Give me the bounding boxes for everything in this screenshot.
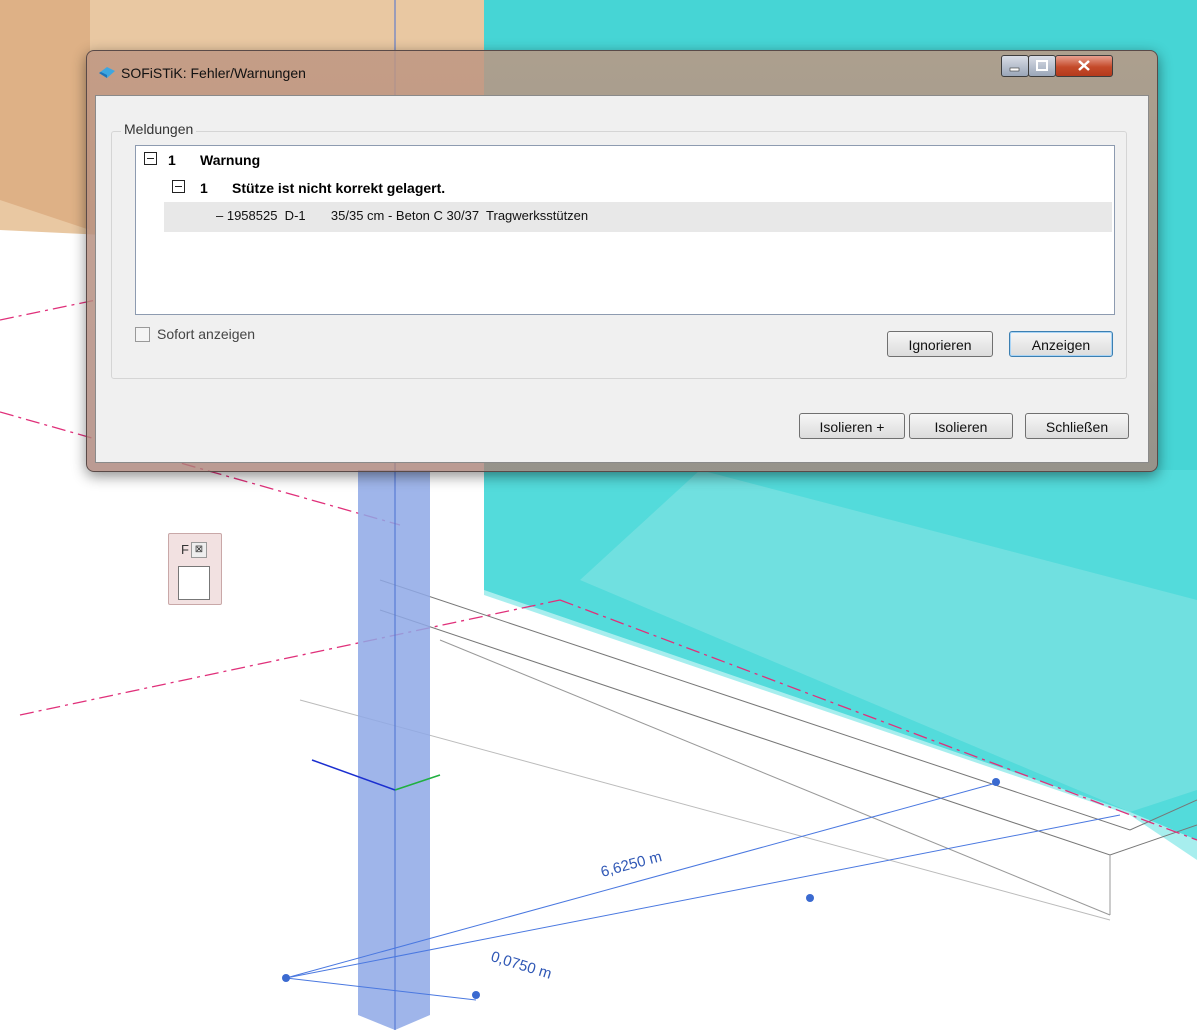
palette-close-icon[interactable]: ⊠ bbox=[191, 542, 207, 558]
show-immediately-checkbox[interactable] bbox=[135, 327, 150, 342]
warning-category[interactable]: Warnung bbox=[200, 152, 260, 168]
column[interactable] bbox=[358, 470, 430, 1030]
tool-palette[interactable]: F ⊠ bbox=[168, 533, 222, 605]
messages-group-label: Meldungen bbox=[121, 121, 197, 137]
dimension-grip-2[interactable] bbox=[472, 991, 480, 999]
warning-index: 1 bbox=[168, 152, 176, 168]
palette-swatch[interactable] bbox=[178, 566, 210, 600]
message-detail-text: – 1958525 D-1 35/35 cm - Beton C 30/37 T… bbox=[216, 208, 589, 223]
ignore-button[interactable]: Ignorieren bbox=[887, 331, 993, 357]
collapse-message-icon[interactable] bbox=[172, 180, 185, 193]
messages-tree[interactable]: 1 Warnung 1 Stütze ist nicht korrekt gel… bbox=[135, 145, 1115, 315]
collapse-warning-icon[interactable] bbox=[144, 152, 157, 165]
minimize-button[interactable] bbox=[1001, 55, 1029, 77]
maximize-button[interactable] bbox=[1028, 55, 1056, 77]
close-window-button[interactable] bbox=[1055, 55, 1113, 77]
close-icon bbox=[1078, 60, 1090, 71]
error-warning-dialog: SOFiSTiK: Fehler/Warnungen Meldungen 1 W… bbox=[86, 50, 1158, 472]
titlebar[interactable]: SOFiSTiK: Fehler/Warnungen bbox=[87, 51, 1157, 95]
orange-slab-dark bbox=[0, 0, 90, 230]
palette-label: F bbox=[181, 542, 189, 557]
show-button[interactable]: Anzeigen bbox=[1009, 331, 1113, 357]
message-index: 1 bbox=[200, 180, 208, 196]
dimension-grip-3[interactable] bbox=[806, 894, 814, 902]
close-button[interactable]: Schließen bbox=[1025, 413, 1129, 439]
dimension-grip-1[interactable] bbox=[282, 974, 290, 982]
window-title: SOFiSTiK: Fehler/Warnungen bbox=[121, 65, 306, 81]
dimension-grip-4[interactable] bbox=[992, 778, 1000, 786]
minimize-icon bbox=[1009, 67, 1020, 72]
message-title[interactable]: Stütze ist nicht korrekt gelagert. bbox=[232, 180, 445, 196]
maximize-icon bbox=[1036, 60, 1048, 71]
isolate-button[interactable]: Isolieren bbox=[909, 413, 1013, 439]
sofistik-logo-icon bbox=[99, 67, 115, 78]
show-immediately-label[interactable]: Sofort anzeigen bbox=[157, 326, 255, 342]
grid-line-3 bbox=[19, 599, 561, 716]
isolate-plus-button[interactable]: Isolieren + bbox=[799, 413, 905, 439]
